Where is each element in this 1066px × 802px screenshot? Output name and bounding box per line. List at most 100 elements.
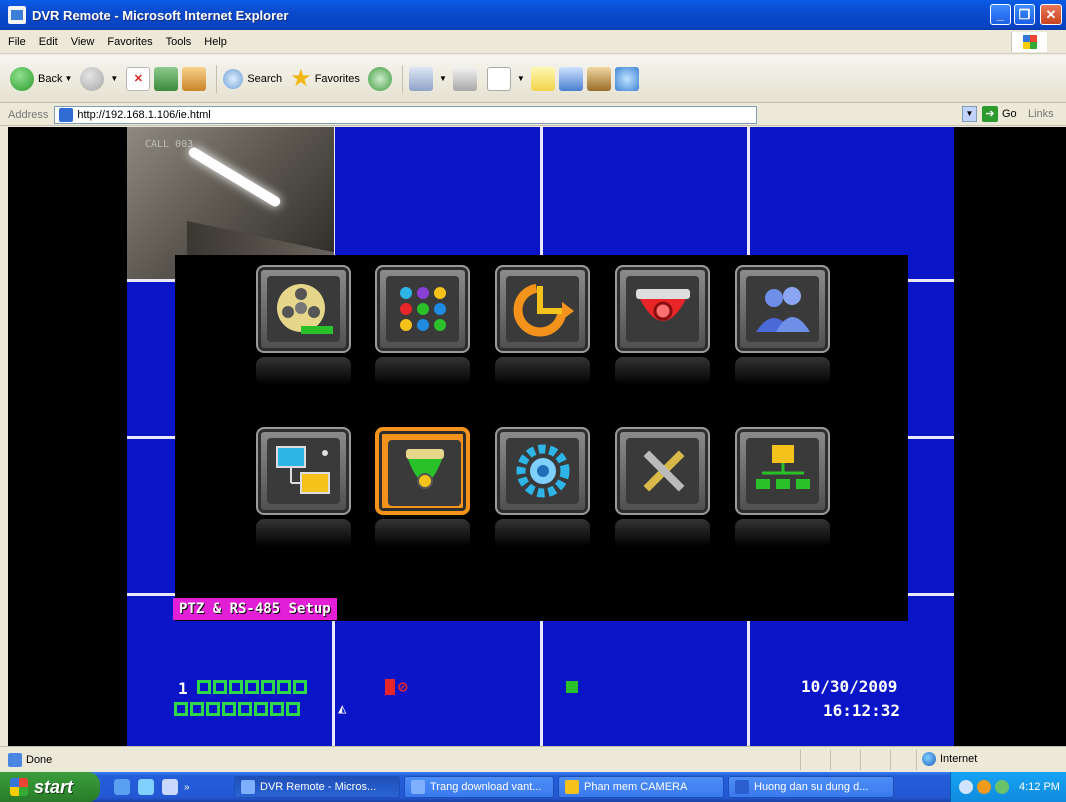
search-icon: [223, 68, 244, 89]
ie-done-icon: [8, 752, 22, 767]
start-label: start: [34, 776, 74, 797]
quicklaunch-more-icon[interactable]: »: [184, 782, 190, 793]
home-icon[interactable]: [182, 66, 207, 91]
dvr-main-menu: [175, 255, 908, 621]
taskbar: start » DVR Remote - Micros... Trang dow…: [0, 772, 1066, 802]
menu-help[interactable]: Help: [204, 36, 227, 48]
print-icon[interactable]: [452, 66, 477, 91]
channel-status-row2: [174, 701, 302, 720]
camera-setup-tile[interactable]: [615, 265, 710, 353]
system-tray: 4:12 PM: [950, 772, 1066, 802]
record-indicator-icon: [385, 679, 395, 695]
window-title-bar[interactable]: DVR Remote - Microsoft Internet Explorer…: [0, 0, 1066, 30]
utility-setup-tile[interactable]: [615, 427, 710, 515]
display-setup-tile[interactable]: [375, 265, 470, 353]
zone-label: Internet: [940, 753, 978, 765]
close-button[interactable]: ✕: [1040, 4, 1062, 25]
research-icon[interactable]: [558, 66, 583, 91]
messenger-book-icon[interactable]: [586, 66, 611, 91]
color-dots-icon: [399, 287, 446, 331]
network-setup-tile[interactable]: [256, 427, 351, 515]
start-button[interactable]: start: [0, 772, 100, 802]
task-label: DVR Remote - Micros...: [260, 781, 377, 793]
tray-app-icon[interactable]: [977, 780, 991, 794]
links-button[interactable]: Links: [1028, 108, 1054, 120]
hierarchy-icon: [755, 445, 810, 489]
task-label: Phan mem CAMERA: [584, 781, 688, 793]
back-arrow-icon: [10, 66, 34, 91]
quicklaunch-ie-icon[interactable]: [138, 779, 154, 795]
film-reel-icon: [276, 284, 333, 334]
stop-icon[interactable]: ✕: [126, 66, 151, 91]
ie-window-icon: [411, 780, 425, 794]
ie-window-icon: [241, 780, 255, 794]
address-dropdown-button[interactable]: ▼: [962, 106, 977, 122]
record-search-tile[interactable]: [256, 265, 351, 353]
quicklaunch-desktop-icon[interactable]: [114, 779, 130, 795]
address-url: http://192.168.1.106/ie.html: [77, 108, 211, 121]
tray-expand-icon[interactable]: [959, 780, 973, 794]
selected-menu-label: PTZ & RS-485 Setup: [173, 598, 337, 620]
menu-favorites[interactable]: Favorites: [107, 36, 152, 48]
minimize-button[interactable]: _: [990, 4, 1011, 25]
task-label: Huong dan su dung d...: [754, 781, 869, 793]
system-setup-tile[interactable]: [495, 427, 590, 515]
timer-icon: ⊘: [398, 677, 408, 696]
menu-file[interactable]: File: [8, 36, 26, 48]
menu-view[interactable]: View: [71, 36, 95, 48]
messenger-people-icon[interactable]: [614, 66, 639, 91]
task-huong-dan[interactable]: Huong dan su dung d...: [728, 776, 894, 798]
forward-button[interactable]: ▼: [80, 66, 118, 91]
go-arrow-icon: ➔: [982, 106, 998, 122]
status-text: Done: [26, 753, 53, 766]
channel-status: 1: [178, 679, 309, 698]
schedule-setup-tile[interactable]: [495, 265, 590, 353]
osd-time: 16:12:32: [823, 701, 901, 720]
search-button[interactable]: Search: [223, 68, 283, 89]
camera-overlay-text: CALL 003: [145, 139, 194, 150]
task-trang-download[interactable]: Trang download vant...: [404, 776, 554, 798]
security-zone: Internet: [922, 752, 977, 766]
tools-icon: [642, 450, 685, 492]
discuss-note-icon[interactable]: [530, 66, 555, 91]
go-label: Go: [1002, 108, 1017, 120]
globe-icon: [922, 752, 936, 766]
forward-arrow-icon: [80, 66, 105, 91]
edit-word-icon[interactable]: [486, 66, 511, 91]
back-label: Back: [38, 72, 63, 85]
clock-arrow-icon: [513, 283, 574, 337]
ptz-camera-icon: [405, 449, 444, 489]
tray-network-icon[interactable]: [995, 780, 1009, 794]
history-icon[interactable]: [367, 66, 392, 91]
users-icon: [755, 287, 810, 332]
task-label: Trang download vant...: [430, 781, 542, 793]
menu-edit[interactable]: Edit: [39, 36, 58, 48]
task-phan-mem-camera[interactable]: Phan mem CAMERA: [558, 776, 724, 798]
address-label: Address: [8, 108, 49, 121]
search-label: Search: [247, 72, 283, 85]
word-doc-icon: [735, 780, 749, 794]
speaker-icon: ◭: [338, 701, 347, 717]
maximize-button[interactable]: ❐: [1014, 4, 1035, 25]
go-button[interactable]: ➔ Go: [982, 106, 1017, 122]
channel-number: 1: [178, 679, 188, 698]
network-computers-icon: [275, 446, 330, 494]
user-management-tile[interactable]: [735, 265, 830, 353]
address-bar: Address http://192.168.1.106/ie.html ▼ ➔…: [0, 104, 1066, 126]
quicklaunch-media-icon[interactable]: [162, 779, 178, 795]
mail-icon[interactable]: [408, 66, 433, 91]
network-link-icon: [566, 681, 578, 693]
standard-toolbar: Back ▼ ▼ ✕ Search ★ Favorites ▼ ▼: [0, 55, 1066, 103]
device-management-tile[interactable]: [735, 427, 830, 515]
address-input[interactable]: http://192.168.1.106/ie.html: [54, 105, 758, 124]
ptz-rs485-setup-tile[interactable]: [375, 427, 470, 515]
favorites-button[interactable]: ★ Favorites: [290, 64, 360, 93]
back-button[interactable]: Back ▼: [10, 66, 72, 91]
status-bar: Done Internet: [0, 746, 1066, 772]
task-dvr-remote[interactable]: DVR Remote - Micros...: [234, 776, 400, 798]
refresh-icon[interactable]: [154, 66, 179, 91]
menu-bar: File Edit View Favorites Tools Help: [0, 30, 1066, 54]
tray-clock[interactable]: 4:12 PM: [1019, 781, 1060, 793]
dvr-viewport[interactable]: CALL 003 PTZ & RS-485 Setup 1 ◭ ⊘ 10/30/…: [8, 127, 1066, 746]
menu-tools[interactable]: Tools: [166, 36, 192, 48]
